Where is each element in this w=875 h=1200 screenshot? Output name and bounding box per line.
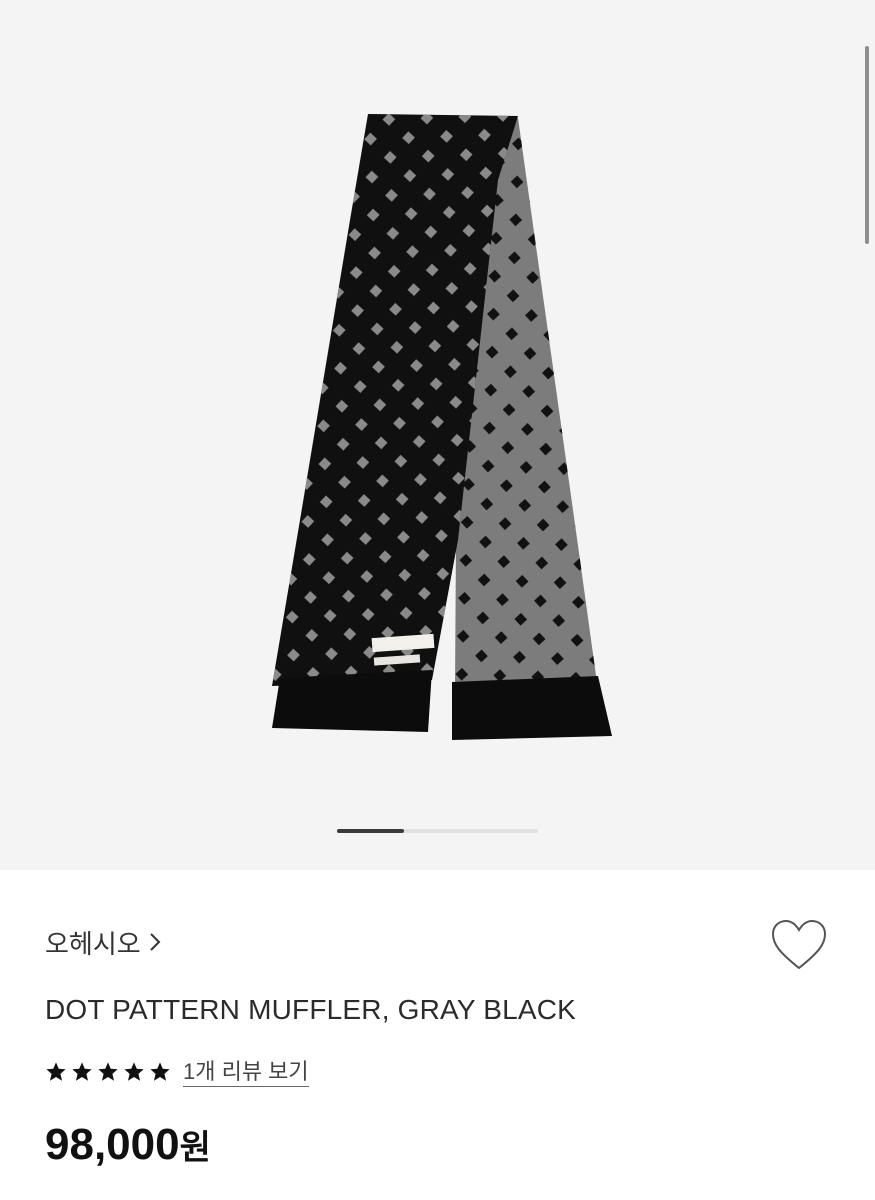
- star-icon: [150, 1062, 170, 1081]
- product-title: DOT PATTERN MUFFLER, GRAY BLACK: [45, 994, 577, 1025]
- scarf-product-image: [272, 114, 612, 740]
- star-icon: [98, 1062, 118, 1081]
- scrollbar[interactable]: [865, 46, 869, 244]
- brand-link[interactable]: 오헤시오: [45, 922, 161, 962]
- star-icon: [46, 1062, 66, 1081]
- heart-outline-icon[interactable]: [769, 918, 829, 974]
- price: 98,000 원: [45, 1120, 211, 1176]
- price-unit: 원: [179, 1129, 211, 1167]
- gallery-page-indicator: [337, 829, 538, 833]
- product-image-gallery[interactable]: [0, 0, 875, 870]
- chevron-right-icon: [149, 933, 161, 951]
- star-icon: [72, 1062, 92, 1081]
- price-value: 98,000: [45, 1120, 180, 1169]
- gallery-page-indicator-active: [337, 829, 404, 833]
- brand-name: 오헤시오: [45, 928, 141, 959]
- rating-row: 1개 리뷰 보기: [45, 1054, 309, 1090]
- star-rating: [45, 1061, 171, 1083]
- review-link[interactable]: 1개 리뷰 보기: [183, 1058, 309, 1087]
- star-icon: [124, 1062, 144, 1081]
